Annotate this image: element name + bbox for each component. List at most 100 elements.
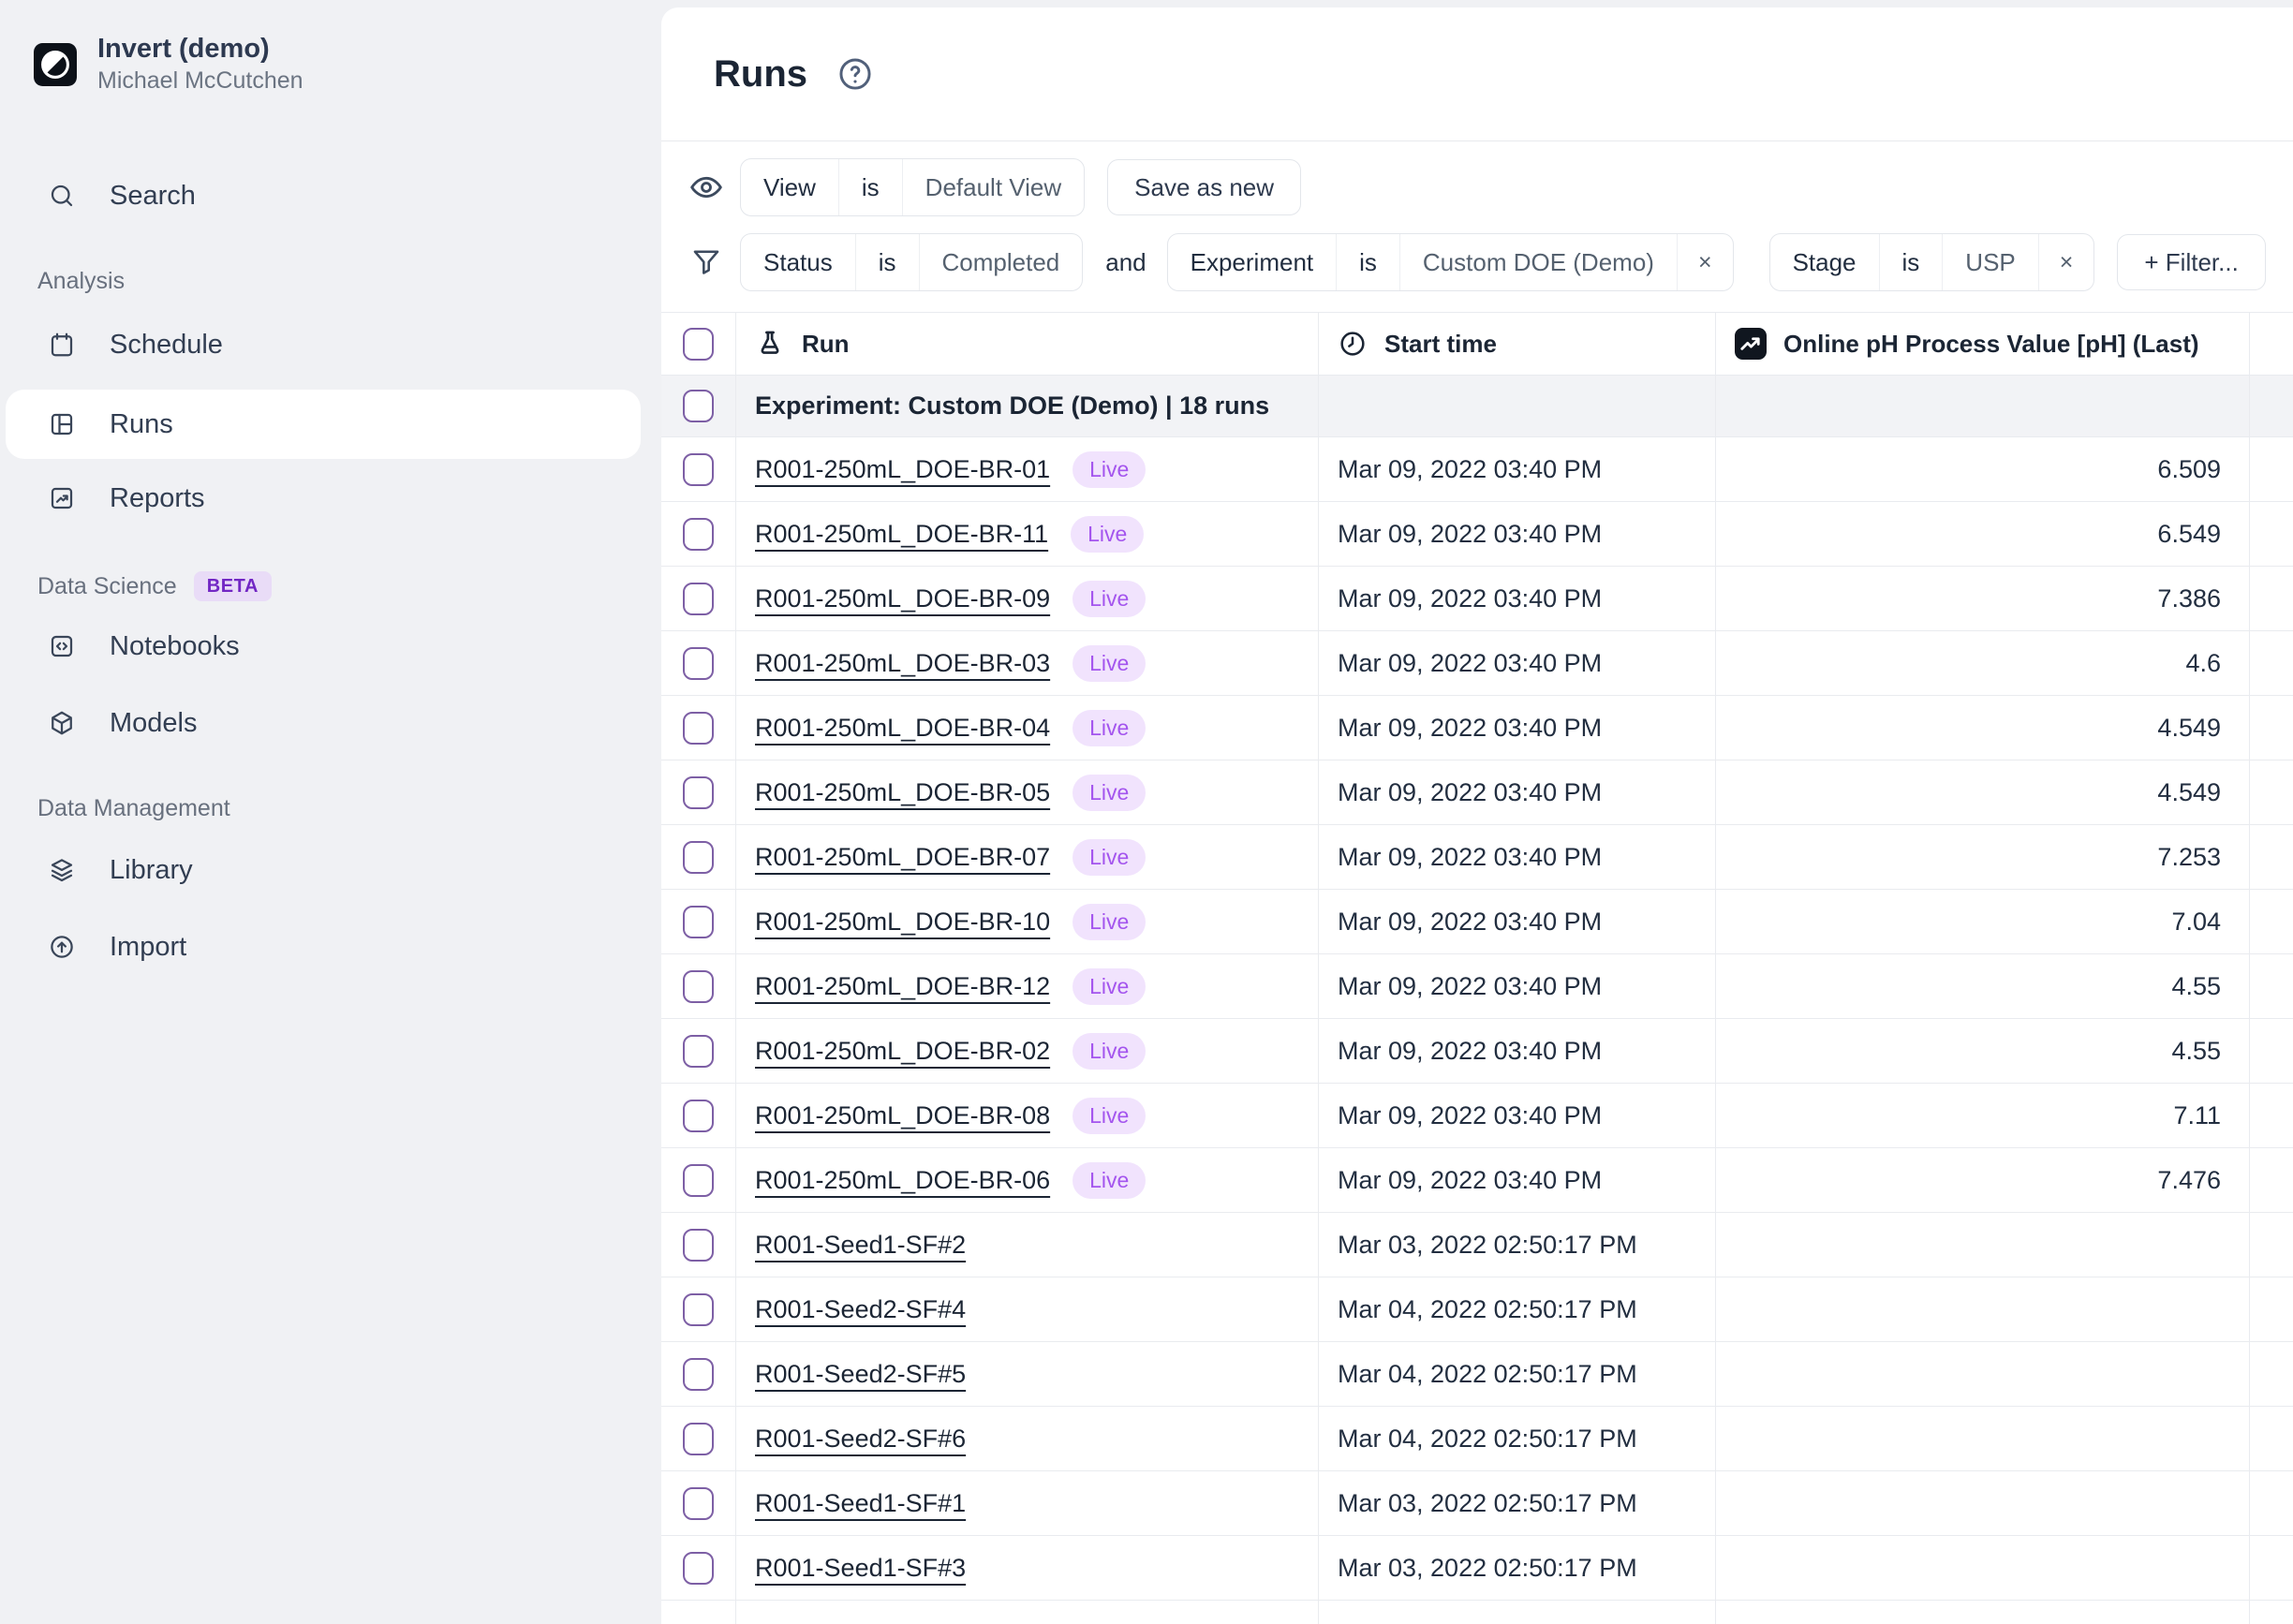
row-checkbox[interactable]: [683, 1229, 714, 1262]
row-checkbox[interactable]: [683, 1552, 714, 1585]
group-select-checkbox[interactable]: [683, 390, 714, 422]
spacer-cell: [2250, 1407, 2293, 1470]
run-link[interactable]: R001-250mL_DOE-BR-10: [755, 908, 1050, 937]
filter-value-button[interactable]: USP: [1942, 234, 2037, 290]
run-link[interactable]: R001-250mL_DOE-BR-05: [755, 778, 1050, 807]
table-row-partial: [661, 1601, 2293, 1624]
table-row: R001-Seed1-SF#2Mar 03, 2022 02:50:17 PM: [661, 1213, 2293, 1277]
view-field-button[interactable]: View: [741, 159, 838, 215]
row-checkbox[interactable]: [683, 1358, 714, 1391]
group-checkbox-cell: [661, 376, 736, 436]
sidebar-item-label: Models: [110, 708, 198, 739]
filter-field-button[interactable]: Experiment: [1168, 234, 1337, 290]
sidebar-item-library[interactable]: Library: [0, 839, 661, 901]
row-checkbox[interactable]: [683, 970, 714, 1003]
run-link[interactable]: R001-Seed1-SF#1: [755, 1489, 966, 1518]
table-row: R001-250mL_DOE-BR-01LiveMar 09, 2022 03:…: [661, 437, 2293, 502]
ph-value-cell: 7.11: [1716, 1084, 2250, 1147]
row-checkbox[interactable]: [683, 518, 714, 551]
row-checkbox[interactable]: [683, 841, 714, 874]
row-checkbox[interactable]: [683, 1100, 714, 1132]
filter-operator-button[interactable]: is: [1879, 234, 1943, 290]
ph-value-cell: 4.55: [1716, 1019, 2250, 1083]
run-cell: R001-250mL_DOE-BR-09Live: [736, 567, 1319, 630]
row-checkbox-cell: [661, 1342, 736, 1406]
sidebar-item-reports[interactable]: Reports: [0, 467, 661, 529]
table-row: R001-250mL_DOE-BR-02LiveMar 09, 2022 03:…: [661, 1019, 2293, 1084]
filter-chip-experiment: Experiment is Custom DOE (Demo) ×: [1167, 233, 1734, 291]
table-row: R001-250mL_DOE-BR-03LiveMar 09, 2022 03:…: [661, 631, 2293, 696]
save-as-new-button[interactable]: Save as new: [1107, 159, 1301, 215]
row-checkbox-cell: [661, 1601, 736, 1624]
row-checkbox[interactable]: [683, 583, 714, 615]
row-checkbox[interactable]: [683, 453, 714, 486]
start-time-cell: Mar 09, 2022 03:40 PM: [1319, 1148, 1716, 1212]
sidebar-item-runs[interactable]: Runs: [6, 390, 641, 459]
run-link[interactable]: R001-250mL_DOE-BR-02: [755, 1037, 1050, 1066]
table-row: R001-250mL_DOE-BR-12LiveMar 09, 2022 03:…: [661, 954, 2293, 1019]
workspace-switcher[interactable]: Invert (demo) Michael McCutchen: [34, 34, 303, 95]
column-header-ph[interactable]: Online pH Process Value [pH] (Last): [1716, 313, 2250, 375]
run-link[interactable]: R001-250mL_DOE-BR-03: [755, 649, 1050, 678]
remove-filter-icon[interactable]: ×: [1677, 234, 1733, 290]
row-checkbox[interactable]: [683, 1293, 714, 1326]
view-value-button[interactable]: Default View: [902, 159, 1085, 215]
start-time-cell: Mar 04, 2022 02:50:17 PM: [1319, 1407, 1716, 1470]
view-operator-button[interactable]: is: [838, 159, 902, 215]
sidebar-item-import[interactable]: Import: [0, 916, 661, 978]
sidebar-item-search[interactable]: Search: [0, 165, 661, 227]
run-link[interactable]: R001-250mL_DOE-BR-04: [755, 714, 1050, 743]
spacer-cell: [2250, 1213, 2293, 1277]
row-checkbox-cell: [661, 437, 736, 501]
column-header-run[interactable]: Run: [736, 313, 1319, 375]
run-link[interactable]: R001-Seed2-SF#6: [755, 1425, 966, 1454]
ph-value-cell: 7.386: [1716, 567, 2250, 630]
filter-value-button[interactable]: Custom DOE (Demo): [1399, 234, 1677, 290]
add-filter-button[interactable]: + Filter...: [2117, 234, 2265, 290]
run-link[interactable]: R001-Seed1-SF#3: [755, 1554, 966, 1583]
row-checkbox[interactable]: [683, 1487, 714, 1520]
run-cell: R001-Seed2-SF#4: [736, 1277, 1319, 1341]
start-time-cell: Mar 09, 2022 03:40 PM: [1319, 1019, 1716, 1083]
start-time-cell: Mar 03, 2022 02:50:17 PM: [1319, 1536, 1716, 1600]
page-header: Runs: [661, 7, 2293, 141]
table-header-row: Run Start time Online pH Process Value […: [661, 312, 2293, 376]
table-row: R001-250mL_DOE-BR-08LiveMar 09, 2022 03:…: [661, 1084, 2293, 1148]
section-label-text: Analysis: [37, 268, 125, 295]
row-checkbox-cell: [661, 1407, 736, 1470]
filter-field-button[interactable]: Status: [741, 234, 855, 290]
run-link[interactable]: R001-250mL_DOE-BR-08: [755, 1101, 1050, 1130]
start-time-cell: Mar 04, 2022 02:50:17 PM: [1319, 1342, 1716, 1406]
select-all-checkbox[interactable]: [683, 328, 714, 361]
help-icon[interactable]: [836, 54, 875, 94]
run-link[interactable]: R001-Seed2-SF#4: [755, 1295, 966, 1324]
run-link[interactable]: R001-250mL_DOE-BR-06: [755, 1166, 1050, 1195]
run-link[interactable]: R001-Seed1-SF#2: [755, 1231, 966, 1260]
remove-filter-icon[interactable]: ×: [2038, 234, 2094, 290]
table-row: R001-Seed1-SF#1Mar 03, 2022 02:50:17 PM: [661, 1471, 2293, 1536]
sidebar-item-notebooks[interactable]: Notebooks: [0, 615, 661, 677]
ph-value-cell: [1716, 1407, 2250, 1470]
filter-operator-button[interactable]: is: [855, 234, 919, 290]
row-checkbox[interactable]: [683, 776, 714, 809]
sidebar-item-models[interactable]: Models: [0, 692, 661, 754]
row-checkbox[interactable]: [683, 1035, 714, 1068]
filter-value-button[interactable]: Completed: [919, 234, 1083, 290]
run-link[interactable]: R001-Seed2-SF#5: [755, 1360, 966, 1389]
sidebar-item-schedule[interactable]: Schedule: [0, 314, 661, 376]
row-checkbox[interactable]: [683, 712, 714, 745]
run-link[interactable]: R001-250mL_DOE-BR-11: [755, 520, 1048, 549]
run-link[interactable]: R001-250mL_DOE-BR-01: [755, 455, 1050, 484]
filter-operator-button[interactable]: is: [1336, 234, 1399, 290]
row-checkbox[interactable]: [683, 1164, 714, 1197]
run-link[interactable]: R001-250mL_DOE-BR-09: [755, 584, 1050, 613]
table-row: R001-Seed2-SF#4Mar 04, 2022 02:50:17 PM: [661, 1277, 2293, 1342]
filter-field-button[interactable]: Stage: [1770, 234, 1879, 290]
column-header-start-time[interactable]: Start time: [1319, 313, 1716, 375]
run-link[interactable]: R001-250mL_DOE-BR-12: [755, 972, 1050, 1001]
row-checkbox[interactable]: [683, 906, 714, 938]
row-checkbox[interactable]: [683, 647, 714, 680]
row-checkbox[interactable]: [683, 1423, 714, 1455]
run-link[interactable]: R001-250mL_DOE-BR-07: [755, 843, 1050, 872]
ph-value-cell: [1716, 1536, 2250, 1600]
